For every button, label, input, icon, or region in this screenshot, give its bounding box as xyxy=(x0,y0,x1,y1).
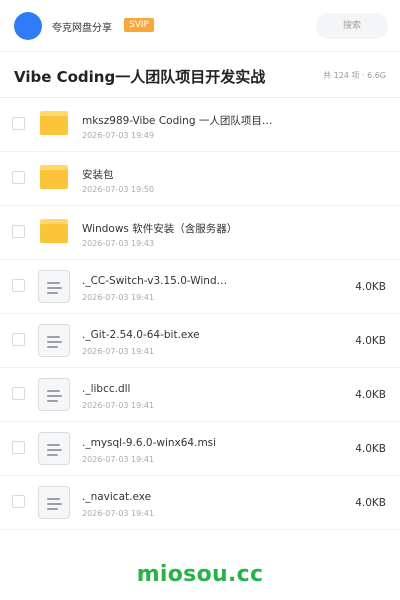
folder-title-row: Vibe Coding一人团队项目开发实战 共 124 项 · 6.6G xyxy=(0,52,400,98)
item-date: 2026-07-03 19:41 xyxy=(82,347,155,356)
item-date: 2026-07-03 19:41 xyxy=(82,509,155,518)
list-item[interactable]: ._CC-Switch-v3.15.0-Windows.msi 2026-07-… xyxy=(0,260,400,314)
list-item[interactable]: ._libcc.dll 2026-07-03 19:41 4.0KB xyxy=(0,368,400,422)
file-icon xyxy=(38,378,70,411)
file-icon xyxy=(38,270,70,303)
item-name: ._Git-2.54.0-64-bit.exe xyxy=(82,329,200,341)
item-date: 2026-07-03 19:49 xyxy=(82,131,155,140)
item-name: 安装包 xyxy=(82,169,114,181)
item-name: ._libcc.dll xyxy=(82,383,131,395)
item-date: 2026-07-03 19:43 xyxy=(82,239,155,248)
watermark-text: miosou.cc xyxy=(136,562,264,587)
item-name: ._CC-Switch-v3.15.0-Windows.msi xyxy=(82,275,232,287)
share-source-label: 夸克网盘分享 xyxy=(52,23,112,34)
row-checkbox[interactable] xyxy=(12,279,25,292)
svip-badge: SVIP xyxy=(124,18,154,32)
row-checkbox[interactable] xyxy=(12,117,25,130)
row-checkbox[interactable] xyxy=(12,171,25,184)
row-checkbox[interactable] xyxy=(12,225,25,238)
item-date: 2026-07-03 19:41 xyxy=(82,401,155,410)
file-list: mksz989-Vibe Coding 一人团队项目开发实战 2026-07-0… xyxy=(0,98,400,530)
row-checkbox[interactable] xyxy=(12,441,25,454)
item-date: 2026-07-03 19:41 xyxy=(82,293,155,302)
item-size: 4.0KB xyxy=(355,389,386,401)
avatar[interactable] xyxy=(14,12,42,40)
search-input[interactable] xyxy=(316,13,388,39)
share-header: 夸克网盘分享 SVIP xyxy=(0,0,400,52)
item-size: 4.0KB xyxy=(355,443,386,455)
item-date: 2026-07-03 19:50 xyxy=(82,185,155,194)
list-item[interactable]: ._mysql-9.6.0-winx64.msi 2026-07-03 19:4… xyxy=(0,422,400,476)
item-name: Windows 软件安装（含服务器） xyxy=(82,223,238,235)
list-item[interactable]: ._navicat.exe 2026-07-03 19:41 4.0KB xyxy=(0,476,400,530)
row-checkbox[interactable] xyxy=(12,387,25,400)
list-item[interactable]: Windows 软件安装（含服务器） 2026-07-03 19:43 xyxy=(0,206,400,260)
list-item[interactable]: mksz989-Vibe Coding 一人团队项目开发实战 2026-07-0… xyxy=(0,98,400,152)
item-size: 4.0KB xyxy=(355,281,386,293)
item-name: mksz989-Vibe Coding 一人团队项目开发实战 xyxy=(82,115,282,127)
row-checkbox[interactable] xyxy=(12,333,25,346)
folder-icon xyxy=(40,111,68,135)
item-name: ._mysql-9.6.0-winx64.msi xyxy=(82,437,217,449)
list-item[interactable]: 安装包 2026-07-03 19:50 xyxy=(0,152,400,206)
folder-summary: 共 124 项 · 6.6G xyxy=(323,71,386,80)
item-date: 2026-07-03 19:41 xyxy=(82,455,155,464)
list-item[interactable]: ._Git-2.54.0-64-bit.exe 2026-07-03 19:41… xyxy=(0,314,400,368)
file-icon xyxy=(38,486,70,519)
item-name: ._navicat.exe xyxy=(82,491,152,503)
page-title: Vibe Coding一人团队项目开发实战 xyxy=(14,68,266,86)
folder-icon xyxy=(40,219,68,243)
row-checkbox[interactable] xyxy=(12,495,25,508)
file-icon xyxy=(38,432,70,465)
folder-icon xyxy=(40,165,68,189)
file-icon xyxy=(38,324,70,357)
item-size: 4.0KB xyxy=(355,335,386,347)
item-size: 4.0KB xyxy=(355,497,386,509)
